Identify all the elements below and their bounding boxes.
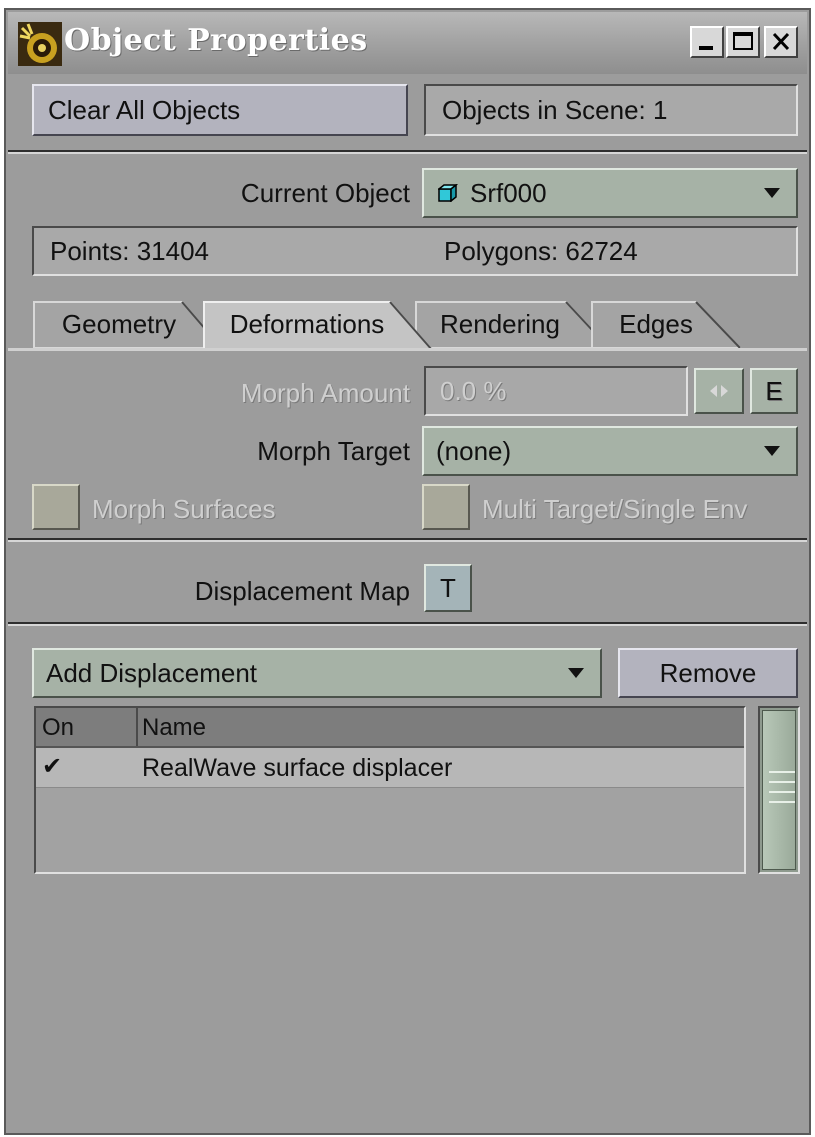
current-object-dropdown[interactable]: Srf000: [422, 168, 798, 218]
divider: [8, 622, 807, 626]
morph-surfaces-label: Morph Surfaces: [92, 494, 276, 524]
current-object-value: Srf000: [470, 177, 547, 208]
object-stats-readout: Points: 31404 Polygons: 62724: [32, 226, 798, 276]
multi-target-checkbox[interactable]: [422, 484, 470, 530]
tab-rendering[interactable]: Rendering: [418, 300, 582, 348]
divider: [8, 538, 807, 542]
displacement-list[interactable]: On Name ✔ RealWave surface displacer: [34, 706, 746, 874]
list-header: On Name: [36, 708, 744, 748]
lightwave-app-icon: [18, 22, 62, 66]
points-count: Points: 31404: [50, 235, 210, 266]
morph-target-dropdown[interactable]: (none): [422, 426, 798, 476]
left-right-arrows-icon: [710, 385, 728, 397]
morph-surfaces-checkbox[interactable]: [32, 484, 80, 530]
morph-amount-label: Morph Amount: [240, 378, 410, 408]
column-divider: [136, 708, 138, 746]
envelope-button[interactable]: E: [750, 368, 798, 414]
remove-button[interactable]: Remove: [618, 648, 798, 698]
object-properties-window: Object Properties Clear All Objects Obje…: [4, 8, 811, 1135]
displacement-texture-button[interactable]: T: [424, 564, 472, 612]
column-header-on[interactable]: On: [42, 714, 74, 742]
tab-deformations[interactable]: Deformations: [204, 300, 410, 348]
close-icon: [772, 32, 790, 51]
chevron-down-icon: [764, 188, 780, 198]
clear-all-objects-button[interactable]: Clear All Objects: [32, 84, 408, 136]
morph-amount-input[interactable]: 0.0 %: [424, 366, 688, 416]
multi-target-label: Multi Target/Single Env: [482, 494, 748, 524]
morph-target-label: Morph Target: [257, 436, 410, 466]
maximize-icon: [733, 32, 753, 50]
tab-geometry[interactable]: Geometry: [36, 300, 202, 348]
grip-icon: [769, 771, 795, 803]
chevron-down-icon: [764, 446, 780, 456]
maximize-button[interactable]: [726, 26, 760, 58]
cube-icon: [438, 184, 458, 202]
table-row[interactable]: ✔ RealWave surface displacer: [36, 748, 744, 788]
displacement-map-label: Displacement Map: [194, 576, 410, 606]
minimize-button[interactable]: [690, 26, 724, 58]
polygons-count: Polygons: 62724: [444, 235, 638, 266]
tab-content-edge: [8, 348, 807, 351]
current-object-label: Current Object: [240, 178, 410, 208]
add-displacement-label: Add Displacement: [46, 657, 257, 688]
row-name: RealWave surface displacer: [142, 754, 453, 782]
chevron-down-icon: [568, 668, 584, 678]
list-scrollbar[interactable]: [758, 706, 800, 874]
close-button[interactable]: [764, 26, 798, 58]
morph-amount-stepper[interactable]: [694, 368, 744, 414]
objects-in-scene-readout: Objects in Scene: 1: [424, 84, 798, 136]
divider: [8, 150, 807, 154]
tab-edges[interactable]: Edges: [594, 300, 718, 348]
window-title: Object Properties: [64, 23, 368, 58]
row-on-checkmark-icon[interactable]: ✔: [42, 752, 62, 781]
minimize-icon: [699, 46, 713, 50]
add-displacement-dropdown[interactable]: Add Displacement: [32, 648, 602, 698]
scrollbar-thumb[interactable]: [762, 710, 796, 870]
title-bar[interactable]: Object Properties: [8, 12, 807, 74]
column-header-name[interactable]: Name: [142, 714, 206, 742]
morph-target-value: (none): [436, 435, 512, 466]
